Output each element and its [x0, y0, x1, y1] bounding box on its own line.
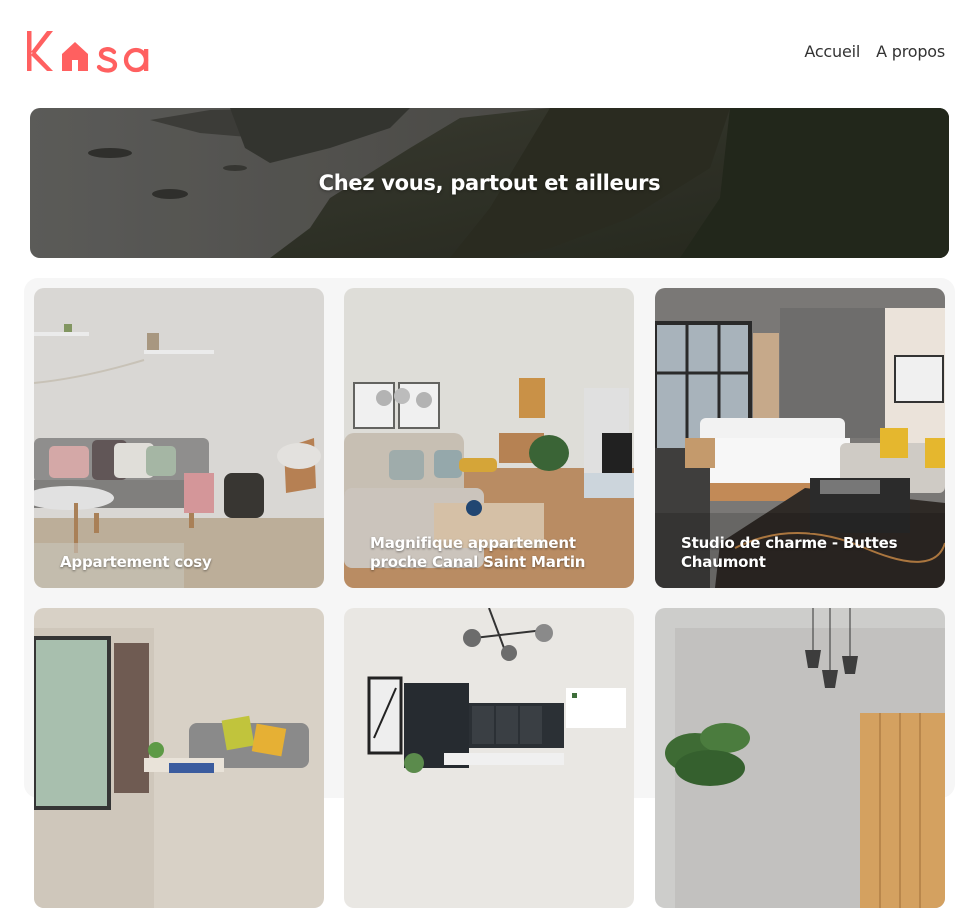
banner-title: Chez vous, partout et ailleurs — [318, 171, 661, 195]
listing-card[interactable]: Studio de charme - Buttes Chaumont — [655, 288, 945, 588]
listing-card[interactable]: Appartement cosy — [34, 288, 324, 588]
listing-card[interactable] — [655, 608, 945, 908]
listings-gallery: Appartement cosy Magnifique appartement … — [24, 278, 955, 908]
site-header: Accueil A propos — [0, 0, 963, 100]
listing-card[interactable] — [344, 608, 634, 908]
listing-card[interactable]: Magnifique appartement proche Canal Sain… — [344, 288, 634, 588]
hero-banner: Chez vous, partout et ailleurs — [30, 108, 949, 258]
nav-link-about[interactable]: A propos — [876, 42, 945, 61]
listing-photo — [655, 608, 945, 908]
listing-photo — [34, 608, 324, 908]
listing-title: Magnifique appartement proche Canal Sain… — [370, 534, 586, 571]
nav-link-home[interactable]: Accueil — [804, 42, 860, 61]
kasa-logo[interactable] — [25, 30, 157, 74]
listing-photo — [344, 608, 634, 908]
main-nav: Accueil A propos — [804, 42, 945, 61]
listing-card[interactable] — [34, 608, 324, 908]
listing-title: Appartement cosy — [60, 553, 212, 571]
listing-photo — [34, 288, 324, 588]
listing-title: Studio de charme - Buttes Chaumont — [681, 534, 898, 571]
